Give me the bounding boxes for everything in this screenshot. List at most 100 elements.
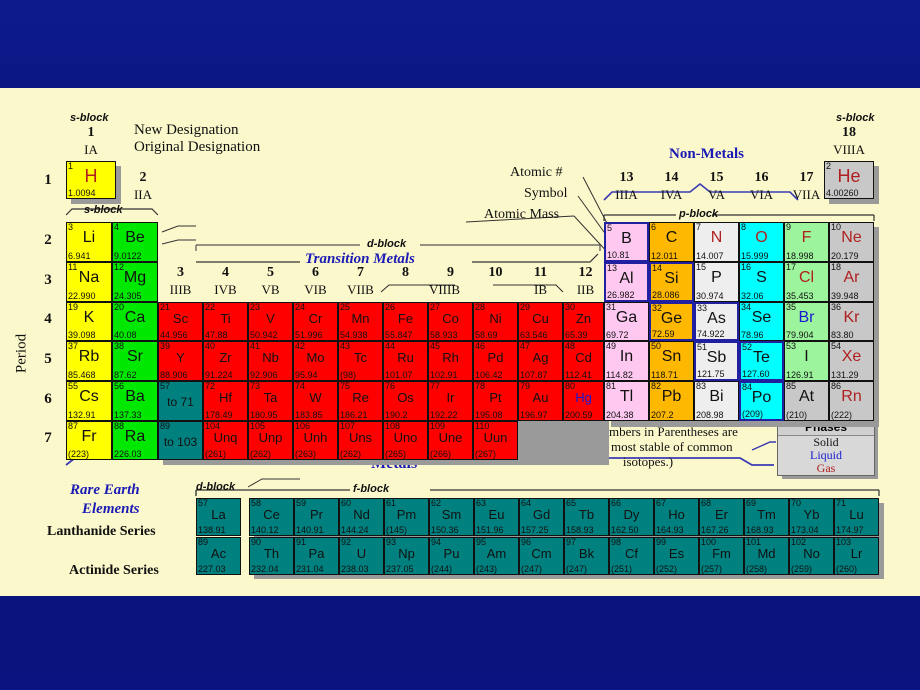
element-cell-Lr[interactable]: 103 Lr (260) [834, 537, 879, 575]
element-cell-Ba[interactable]: 56 Ba 137.33 [112, 381, 158, 421]
element-cell-Cm[interactable]: 96 Cm (247) [519, 537, 564, 575]
element-cell-Cd[interactable]: 48 Cd 112.41 [563, 341, 604, 381]
element-cell-N[interactable]: 7 N 14.007 [694, 222, 739, 262]
element-cell-Uun[interactable]: 110 Uun (267) [473, 421, 518, 460]
element-cell-As[interactable]: 33 As 74.922 [694, 302, 739, 341]
element-cell-Ra[interactable]: 88 Ra 226.03 [112, 421, 158, 460]
element-cell-Pt[interactable]: 78 Pt 195.08 [473, 381, 518, 421]
element-cell-In[interactable]: 49 In 114.82 [604, 341, 649, 381]
element-cell-Rn[interactable]: 86 Rn (222) [829, 381, 874, 421]
element-cell-Yb[interactable]: 70 Yb 173.04 [789, 498, 834, 536]
element-cell-Bk[interactable]: 97 Bk (247) [564, 537, 609, 575]
element-cell-H[interactable]: 1 H 1.0094 [66, 161, 116, 199]
element-cell-La[interactable]: 57 La 138.91 [196, 498, 241, 536]
element-cell-Li[interactable]: 3 Li 6.941 [66, 222, 112, 262]
element-cell-Cl[interactable]: 17 Cl 35.453 [784, 262, 829, 302]
element-cell-Cu[interactable]: 29 Cu 63.546 [518, 302, 563, 341]
element-cell-Tb[interactable]: 65 Tb 158.93 [564, 498, 609, 536]
element-cell-Y[interactable]: 39 Y 88.906 [158, 341, 203, 381]
element-cell-Unq[interactable]: 104 Unq (261) [203, 421, 248, 460]
element-cell-Na[interactable]: 11 Na 22.990 [66, 262, 112, 302]
element-cell-Ta[interactable]: 73 Ta 180.95 [248, 381, 293, 421]
element-cell-Dy[interactable]: 66 Dy 162.50 [609, 498, 654, 536]
element-cell-Hf[interactable]: 72 Hf 178.49 [203, 381, 248, 421]
element-cell-Kr[interactable]: 36 Kr 83.80 [829, 302, 874, 341]
element-cell-C[interactable]: 6 C 12.011 [649, 222, 694, 262]
element-cell-Uns[interactable]: 107 Uns (262) [338, 421, 383, 460]
element-cell-Pr[interactable]: 59 Pr 140.91 [294, 498, 339, 536]
element-cell-No[interactable]: 102 No (259) [789, 537, 834, 575]
element-cell-Sb[interactable]: 51 Sb 121.75 [694, 341, 739, 381]
element-cell-Tl[interactable]: 81 Tl 204.38 [604, 381, 649, 421]
element-cell-V[interactable]: 23 V 50.942 [248, 302, 293, 341]
element-cell-Te[interactable]: 52 Te 127.60 [739, 341, 784, 381]
element-cell-Nb[interactable]: 41 Nb 92.906 [248, 341, 293, 381]
element-cell-Fr[interactable]: 87 Fr (223) [66, 421, 112, 460]
element-cell-Ca[interactable]: 20 Ca 40.08 [112, 302, 158, 341]
element-cell-Co[interactable]: 27 Co 58.933 [428, 302, 473, 341]
element-cell-Rb[interactable]: 37 Rb 85.468 [66, 341, 112, 381]
element-cell-Se[interactable]: 34 Se 78.96 [739, 302, 784, 341]
element-cell-P[interactable]: 15 P 30.974 [694, 262, 739, 302]
element-cell-Ne[interactable]: 10 Ne 20.179 [829, 222, 874, 262]
element-cell-Sc[interactable]: 21 Sc 44.956 [158, 302, 203, 341]
element-cell-I[interactable]: 53 I 126.91 [784, 341, 829, 381]
element-cell-Md[interactable]: 101 Md (258) [744, 537, 789, 575]
element-cell-Sn[interactable]: 50 Sn 118.71 [649, 341, 694, 381]
element-cell-At[interactable]: 85 At (210) [784, 381, 829, 421]
element-cell-Cs[interactable]: 55 Cs 132.91 [66, 381, 112, 421]
element-cell-Th[interactable]: 90 Th 232.04 [249, 537, 294, 575]
element-cell-Gd[interactable]: 64 Gd 157.25 [519, 498, 564, 536]
element-cell-Au[interactable]: 79 Au 196.97 [518, 381, 563, 421]
element-cell-to-71[interactable]: 57 to 71 [158, 381, 203, 421]
element-cell-F[interactable]: 9 F 18.998 [784, 222, 829, 262]
element-cell-Mg[interactable]: 12 Mg 24.305 [112, 262, 158, 302]
element-cell-Ti[interactable]: 22 Ti 47.88 [203, 302, 248, 341]
element-cell-Po[interactable]: 84 Po (209) [739, 381, 784, 421]
element-cell-Mo[interactable]: 42 Mo 95.94 [293, 341, 338, 381]
element-cell-Hg[interactable]: 80 Hg 200.59 [563, 381, 604, 421]
element-cell-Pm[interactable]: 61 Pm (145) [384, 498, 429, 536]
element-cell-Xe[interactable]: 54 Xe 131.29 [829, 341, 874, 381]
element-cell-Ar[interactable]: 18 Ar 39.948 [829, 262, 874, 302]
element-cell-Nd[interactable]: 60 Nd 144.24 [339, 498, 384, 536]
element-cell-Re[interactable]: 75 Re 186.21 [338, 381, 383, 421]
element-cell-Rh[interactable]: 45 Rh 102.91 [428, 341, 473, 381]
element-cell-Pb[interactable]: 82 Pb 207.2 [649, 381, 694, 421]
element-cell-Une[interactable]: 109 Une (266) [428, 421, 473, 460]
element-cell-Cr[interactable]: 24 Cr 51.996 [293, 302, 338, 341]
element-cell-Os[interactable]: 76 Os 190.2 [383, 381, 428, 421]
element-cell-U[interactable]: 92 U 238.03 [339, 537, 384, 575]
element-cell-Pd[interactable]: 46 Pd 106.42 [473, 341, 518, 381]
element-cell-Ir[interactable]: 77 Ir 192.22 [428, 381, 473, 421]
element-cell-to-103[interactable]: 89 to 103 [158, 421, 203, 460]
element-cell-B[interactable]: 5 B 10.81 [604, 222, 649, 262]
element-cell-Ho[interactable]: 67 Ho 164.93 [654, 498, 699, 536]
element-cell-Eu[interactable]: 63 Eu 151.96 [474, 498, 519, 536]
element-cell-Pu[interactable]: 94 Pu (244) [429, 537, 474, 575]
element-cell-Tm[interactable]: 69 Tm 168.93 [744, 498, 789, 536]
element-cell-Pa[interactable]: 91 Pa 231.04 [294, 537, 339, 575]
element-cell-He[interactable]: 2 He 4.00260 [824, 161, 874, 199]
element-cell-Br[interactable]: 35 Br 79.904 [784, 302, 829, 341]
element-cell-Zn[interactable]: 30 Zn 65.39 [563, 302, 604, 341]
element-cell-Tc[interactable]: 43 Tc (98) [338, 341, 383, 381]
element-cell-Si[interactable]: 14 Si 28.086 [649, 262, 694, 302]
element-cell-Ru[interactable]: 44 Ru 101.07 [383, 341, 428, 381]
element-cell-Cf[interactable]: 98 Cf (251) [609, 537, 654, 575]
element-cell-Ag[interactable]: 47 Ag 107.87 [518, 341, 563, 381]
element-cell-Np[interactable]: 93 Np 237.05 [384, 537, 429, 575]
element-cell-K[interactable]: 19 K 39.098 [66, 302, 112, 341]
element-cell-Fm[interactable]: 100 Fm (257) [699, 537, 744, 575]
element-cell-Sm[interactable]: 62 Sm 150.36 [429, 498, 474, 536]
element-cell-Ac[interactable]: 89 Ac 227.03 [196, 537, 241, 575]
element-cell-Ce[interactable]: 58 Ce 140.12 [249, 498, 294, 536]
element-cell-W[interactable]: 74 W 183.85 [293, 381, 338, 421]
element-cell-Am[interactable]: 95 Am (243) [474, 537, 519, 575]
element-cell-Lu[interactable]: 71 Lu 174.97 [834, 498, 879, 536]
element-cell-Zr[interactable]: 40 Zr 91.224 [203, 341, 248, 381]
element-cell-Er[interactable]: 68 Er 167.26 [699, 498, 744, 536]
element-cell-Uno[interactable]: 108 Uno (265) [383, 421, 428, 460]
element-cell-Sr[interactable]: 38 Sr 87.62 [112, 341, 158, 381]
element-cell-Ga[interactable]: 31 Ga 69.72 [604, 302, 649, 341]
